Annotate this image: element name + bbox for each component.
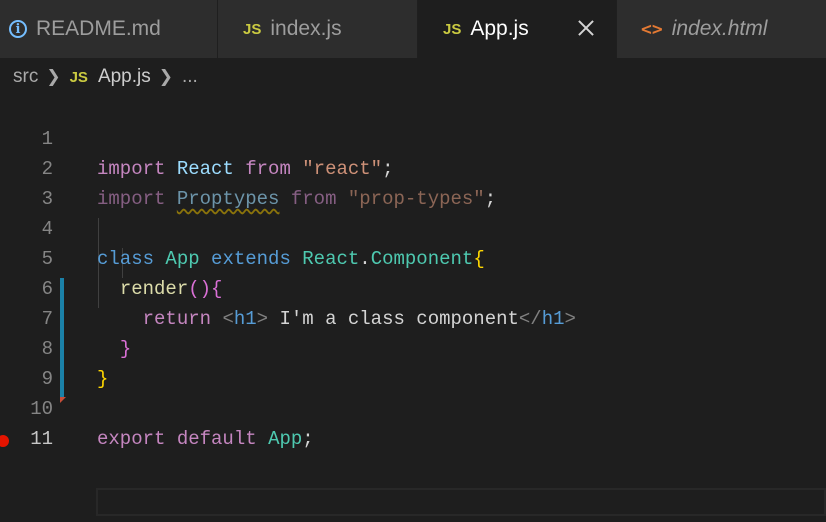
- code-line-current[interactable]: 11: [0, 394, 826, 450]
- html-icon: <>: [641, 18, 663, 40]
- breadcrumb-more[interactable]: ...: [182, 66, 198, 88]
- tab-label: index.js: [270, 17, 342, 40]
- tab-bar: i README.md JS index.js JS App.js <> ind…: [0, 0, 826, 58]
- chevron-right-icon: ❯: [46, 67, 61, 86]
- breadcrumb-file[interactable]: App.js: [98, 66, 151, 88]
- line-number: 11: [30, 428, 53, 450]
- code-line[interactable]: 10 export default App;: [0, 364, 826, 450]
- tab-index-html[interactable]: <> index.html: [617, 0, 826, 58]
- chevron-right-icon: ❯: [158, 67, 173, 86]
- code-line[interactable]: 1 import React from "react";: [0, 94, 826, 180]
- breadcrumb-folder[interactable]: src: [13, 66, 38, 88]
- tab-label: index.html: [671, 17, 768, 40]
- tab-index-js[interactable]: JS index.js: [218, 0, 418, 58]
- js-icon: JS: [243, 20, 262, 38]
- tab-label: App.js: [470, 17, 529, 40]
- code-line[interactable]: 9: [0, 334, 826, 390]
- code-editor[interactable]: 1 import React from "react"; 2 import Pr…: [0, 94, 826, 522]
- code-line[interactable]: 7 }: [0, 274, 826, 360]
- tab-label: README.md: [36, 17, 161, 40]
- js-icon: JS: [69, 68, 88, 86]
- tab-readme[interactable]: i README.md: [0, 0, 218, 58]
- code-line[interactable]: 3: [0, 154, 826, 210]
- code-line[interactable]: 8 }: [0, 304, 826, 390]
- code-line[interactable]: 4 class App extends React.Component{: [0, 184, 826, 270]
- code-line[interactable]: 2 import Proptypes from "prop-types";: [0, 124, 826, 210]
- breadcrumb: src ❯ JS App.js ❯ ...: [13, 62, 198, 92]
- code-line[interactable]: 6 return <h1> I'm a class component</h1>: [0, 244, 826, 330]
- code-line[interactable]: 5 render(){: [0, 214, 826, 300]
- tab-app-js[interactable]: JS App.js: [418, 0, 617, 58]
- info-icon: i: [9, 20, 27, 38]
- current-line-highlight: [96, 488, 826, 516]
- close-icon[interactable]: [576, 18, 596, 38]
- js-icon: JS: [443, 20, 462, 38]
